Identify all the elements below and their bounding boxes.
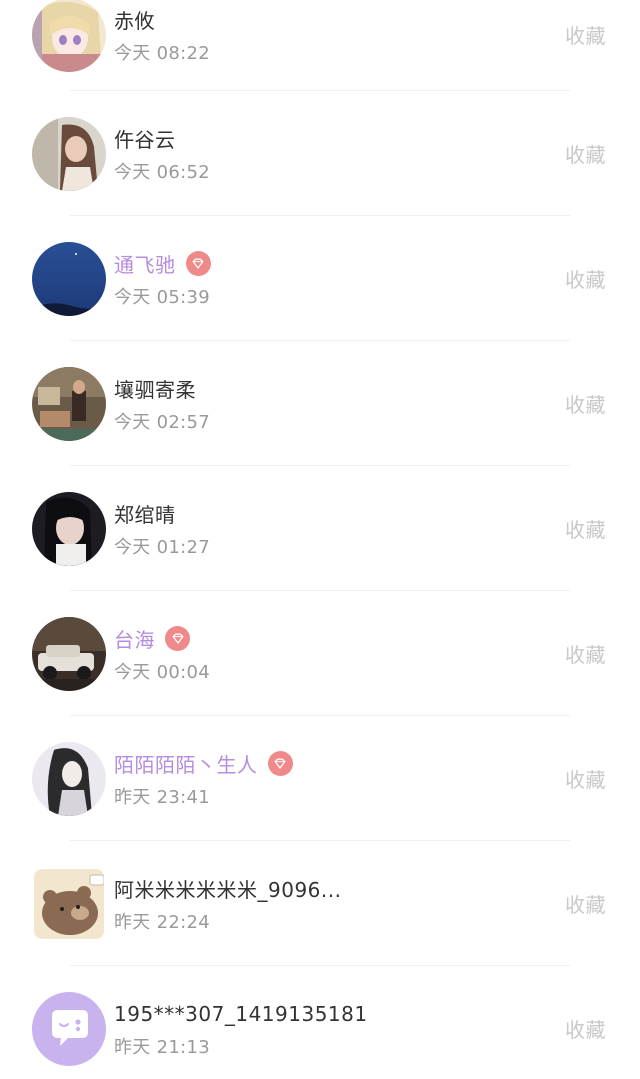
contact-info: 赤攸 今天 08:22 xyxy=(114,5,210,65)
visit-time: 今天 06:52 xyxy=(114,161,210,183)
contact-info: 陌陌陌陌丶生人 昨天 23:41 xyxy=(114,749,293,809)
contact-info: 台海 今天 00:04 xyxy=(114,624,210,684)
list-item[interactable]: 195***307_1419135181 昨天 21:13 收藏 xyxy=(0,966,640,1079)
favorite-button[interactable]: 收藏 xyxy=(565,1014,606,1043)
contact-info: 郑绾晴 今天 01:27 xyxy=(114,499,210,559)
visit-time: 昨天 23:41 xyxy=(114,786,210,808)
favorite-button[interactable]: 收藏 xyxy=(565,389,606,418)
visit-time: 今天 05:39 xyxy=(114,286,210,308)
visit-time: 昨天 22:24 xyxy=(114,911,210,933)
contact-name: 台海 xyxy=(114,628,155,652)
list-item[interactable]: 赤攸 今天 08:22 收藏 xyxy=(0,0,640,91)
avatar[interactable] xyxy=(32,991,106,1066)
contact-info: 通飞驰 今天 05:39 xyxy=(114,249,211,309)
diamond-icon xyxy=(192,258,204,269)
contact-name: 195***307_1419135181 xyxy=(114,1001,368,1026)
contact-name: 赤攸 xyxy=(114,9,155,33)
favorite-button[interactable]: 收藏 xyxy=(565,264,606,293)
list-item[interactable]: 阿米米米米米米_9096... 昨天 22:24 收藏 xyxy=(0,841,640,966)
avatar[interactable] xyxy=(32,491,106,566)
avatar[interactable] xyxy=(32,366,106,441)
visit-time: 今天 00:04 xyxy=(114,661,210,683)
list-item[interactable]: 壤驷寄柔 今天 02:57 收藏 xyxy=(0,341,640,466)
favorite-button[interactable]: 收藏 xyxy=(565,514,606,543)
visit-time: 今天 02:57 xyxy=(114,411,210,433)
visit-time: 今天 08:22 xyxy=(114,42,210,64)
contact-info: 仵谷云 今天 06:52 xyxy=(114,124,210,184)
contact-name: 阿米米米米米米_9096... xyxy=(114,878,342,902)
vip-badge xyxy=(267,751,293,776)
avatar[interactable] xyxy=(32,241,106,316)
list-item[interactable]: 郑绾晴 今天 01:27 收藏 xyxy=(0,466,640,591)
diamond-icon xyxy=(172,633,183,644)
list-item[interactable]: 台海 今天 00:04 收藏 xyxy=(0,591,640,716)
favorite-button[interactable]: 收藏 xyxy=(565,764,606,793)
chat-bubble-icon xyxy=(32,991,106,1066)
contact-name: 通飞驰 xyxy=(114,253,176,277)
contact-name: 郑绾晴 xyxy=(114,503,176,527)
favorite-button[interactable]: 收藏 xyxy=(565,139,606,168)
list-item[interactable]: 陌陌陌陌丶生人 昨天 23:41 收藏 xyxy=(0,716,640,841)
contact-name: 陌陌陌陌丶生人 xyxy=(114,753,258,777)
contact-name: 壤驷寄柔 xyxy=(114,378,196,402)
contact-name: 仵谷云 xyxy=(114,128,176,152)
favorite-button[interactable]: 收藏 xyxy=(565,639,606,668)
avatar[interactable] xyxy=(32,616,106,691)
contact-info: 阿米米米米米米_9096... 昨天 22:24 xyxy=(114,874,341,934)
vip-badge xyxy=(185,251,211,276)
avatar[interactable] xyxy=(32,741,106,816)
visit-time: 今天 01:27 xyxy=(114,536,210,558)
diamond-icon xyxy=(274,758,286,769)
contact-info: 壤驷寄柔 今天 02:57 xyxy=(114,374,210,434)
contact-list: 赤攸 今天 08:22 收藏 仵谷云 今天 06:52 收藏 通飞驰 今天 05… xyxy=(0,0,640,1079)
favorite-button[interactable]: 收藏 xyxy=(565,889,606,918)
avatar[interactable] xyxy=(32,0,106,72)
avatar[interactable] xyxy=(34,868,104,939)
avatar[interactable] xyxy=(32,116,106,191)
vip-badge xyxy=(165,626,190,651)
contact-info: 195***307_1419135181 昨天 21:13 xyxy=(114,999,368,1059)
list-item[interactable]: 通飞驰 今天 05:39 收藏 xyxy=(0,216,640,341)
favorite-button[interactable]: 收藏 xyxy=(565,20,606,49)
visit-time: 昨天 21:13 xyxy=(114,1036,210,1058)
list-item[interactable]: 仵谷云 今天 06:52 收藏 xyxy=(0,91,640,216)
